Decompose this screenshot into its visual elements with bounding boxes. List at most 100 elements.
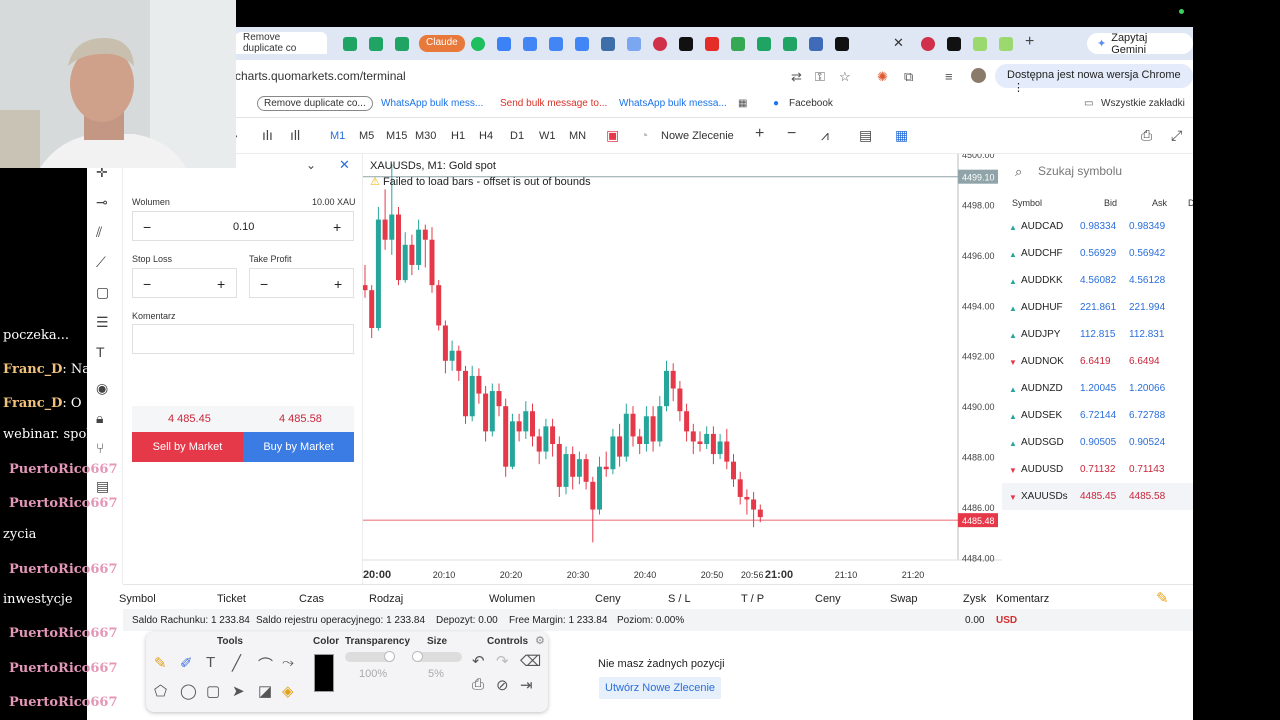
watchlist-row[interactable]: ▼ AUDNOK 6.6419 6.6494 [1002,348,1193,375]
settings-gear-icon[interactable]: ⚙ [535,634,545,647]
text-icon[interactable]: T [96,344,105,360]
tradingview-icon[interactable] [679,37,693,51]
slider-knob[interactable] [384,651,395,662]
col-comment[interactable]: Komentarz [996,593,1049,605]
camera-icon[interactable]: ⎙ [472,676,484,693]
bookmark-item[interactable]: Remove duplicate co... [257,96,373,111]
comment-input[interactable] [132,324,354,354]
sheets-icon[interactable] [757,37,771,51]
circle-tool-icon[interactable]: ◯ [180,682,197,700]
candles-icon[interactable]: ılı [262,127,273,143]
gemini-button[interactable]: ✦ Zapytaj Gemini [1087,32,1193,56]
translate-icon[interactable]: ⇄ [791,69,802,85]
tf-h1[interactable]: H1 [451,130,465,142]
new-order-button[interactable]: Nowe Zlecenie [661,130,734,142]
line-tool-icon[interactable]: ╱ [232,654,241,672]
tf-m1[interactable]: M1 [330,130,345,142]
tradingview-icon[interactable] [835,37,849,51]
media-icon[interactable]: ≡ [945,69,953,84]
url-field[interactable]: charts.quomarkets.com/terminal [235,69,406,83]
take-profit-stepper[interactable]: − + [249,268,354,298]
pencil-icon[interactable]: ✎ [154,654,167,672]
curve-tool-icon[interactable]: ⌒ [258,654,273,675]
bookmark-star-icon[interactable]: ☆ [839,69,851,85]
minus-icon[interactable]: − [143,219,151,235]
text-tool-icon[interactable]: T [206,654,215,671]
col-price[interactable]: Ceny [595,593,621,605]
fibonacci-icon[interactable]: ☰ [96,314,109,331]
stop-loss-stepper[interactable]: − + [132,268,237,298]
minus-icon[interactable]: − [143,276,151,292]
col-bid[interactable]: Bid [1104,198,1117,208]
create-order-button[interactable]: Utwórz Nowe Zlecenie [599,677,722,699]
clear-icon[interactable]: ⌫ [520,652,541,670]
parallel-lines-icon[interactable]: ⫽ [96,224,102,241]
volume-value[interactable]: 0.10 [233,221,254,233]
youtube-live-icon[interactable] [653,37,667,51]
cloud-icon[interactable] [497,37,511,51]
col-volume[interactable]: Wolumen [489,593,535,605]
extension-burst-icon[interactable]: ✺ [877,69,888,85]
fill-bucket-icon[interactable]: ◈ [282,682,294,700]
tf-h4[interactable]: H4 [479,130,493,142]
color-swatch[interactable] [314,654,334,692]
arrow-tool-icon[interactable]: ⤳ [282,654,294,671]
exit-icon[interactable]: ⇥ [520,676,533,694]
buy-button[interactable]: Buy by Market [243,432,354,462]
sheets-icon[interactable] [783,37,797,51]
bars-icon[interactable]: ıll [290,127,300,143]
marker-icon[interactable]: ✐ [180,654,193,672]
bookmark-item[interactable]: WhatsApp bulk mess... [381,98,483,109]
square-tool-icon[interactable]: ▢ [206,682,220,700]
col-tp[interactable]: T / P [741,593,764,605]
bookmark-item[interactable]: WhatsApp bulk messa... [619,98,727,109]
record-icon[interactable] [921,37,935,51]
extension-icon[interactable] [999,37,1013,51]
rectangle-icon[interactable]: ▢ [96,284,109,301]
watchlist-row[interactable]: ▲ AUDCHF 0.56929 0.56942 [1002,240,1193,267]
col-ticket[interactable]: Ticket [217,593,246,605]
tf-d1[interactable]: D1 [510,130,524,142]
fullscreen-icon[interactable]: ⤢ [1171,127,1182,144]
tab-remove-duplicate[interactable]: Remove duplicate co [235,32,327,54]
tree-icon[interactable]: ⑂ [96,440,104,456]
watchlist-row[interactable]: ▼ XAUUSDs 4485.45 4485.58 [1002,483,1193,510]
facebook-icon[interactable]: ● [773,98,779,109]
watchlist-row[interactable]: ▲ AUDSGD 0.90505 0.90524 [1002,429,1193,456]
apps-grid-icon[interactable]: ▦ [738,98,747,109]
link-icon[interactable] [809,37,823,51]
eraser-icon[interactable]: ◪ [258,682,272,700]
plus-icon[interactable]: + [334,276,342,292]
watchlist-row[interactable]: ▲ AUDDKK 4.56082 4.56128 [1002,267,1193,294]
cursor-tool-icon[interactable]: ➤ [232,682,245,700]
close-icon[interactable]: ✕ [339,157,350,173]
tf-m5[interactable]: M5 [359,130,374,142]
sheets-icon[interactable] [395,37,409,51]
slider-knob[interactable] [412,651,423,662]
col-symbol[interactable]: Symbol [119,593,156,605]
watchlist-row[interactable]: ▲ AUDJPY 112.815 112.831 [1002,321,1193,348]
extension-icon[interactable] [973,37,987,51]
horizontal-line-icon[interactable]: ⊸ [96,194,108,211]
col-type[interactable]: Rodzaj [369,593,403,605]
transparency-slider[interactable] [345,651,395,662]
screenshot-icon[interactable]: ⎙ [1141,127,1152,144]
hide-icon[interactable]: ⊘ [496,676,509,694]
close-tab-icon[interactable]: ✕ [893,35,904,51]
key-icon[interactable]: ⚿ [815,69,825,85]
calendar-icon[interactable]: ▤ [859,127,872,144]
undo-icon[interactable]: ↶ [472,652,485,670]
tf-m30[interactable]: M30 [415,130,436,142]
tf-w1[interactable]: W1 [539,130,556,142]
col-d[interactable]: D [1188,198,1193,208]
docs-icon[interactable] [523,37,537,51]
docs-icon[interactable] [549,37,563,51]
col-symbol[interactable]: Symbol [1012,198,1042,208]
sheets-icon[interactable] [343,37,357,51]
watchlist-row[interactable]: ▼ AUDUSD 0.71132 0.71143 [1002,456,1193,483]
indicators-icon[interactable]: ⩘ [821,127,829,144]
volume-stepper[interactable]: − 0.10 + [132,211,354,241]
layers-icon[interactable]: ▤ [96,478,109,495]
drive-icon[interactable] [731,37,745,51]
youtube-icon[interactable] [705,37,719,51]
